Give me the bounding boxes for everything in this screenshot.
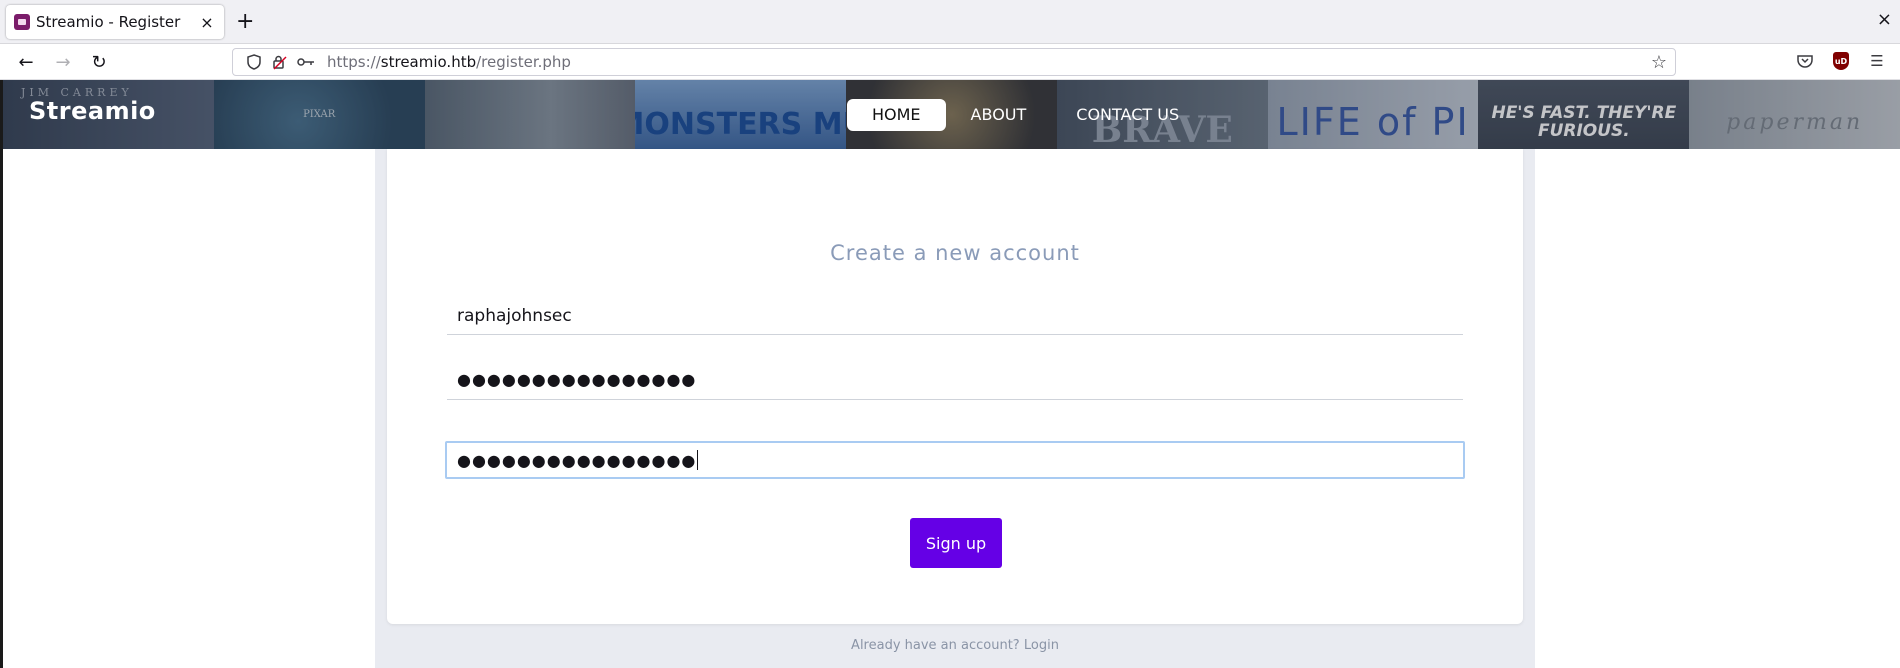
- password-value: ●●●●●●●●●●●●●●●●: [457, 370, 697, 389]
- register-card: Create a new account ●●●●●●●●●●●●●●●● ●●…: [387, 149, 1523, 624]
- pocket-icon[interactable]: [1794, 50, 1816, 72]
- page: JIM CARREY PIXAR MONSTERS MU BRAVE LIFE …: [0, 80, 1900, 668]
- login-link[interactable]: Login: [1024, 638, 1059, 653]
- shield-icon[interactable]: [243, 53, 265, 71]
- tab-title: Streamio - Register: [36, 13, 181, 31]
- window-close-button[interactable]: ×: [1877, 9, 1892, 30]
- back-arrow-icon[interactable]: ←: [12, 50, 40, 74]
- left-edge: [0, 80, 3, 668]
- address-bar[interactable]: https://streamio.htb/register.php ☆: [232, 48, 1676, 76]
- already-text: Already have an account?: [851, 638, 1020, 653]
- key-icon[interactable]: [295, 53, 317, 71]
- forward-arrow-icon[interactable]: →: [49, 50, 77, 74]
- url-text: https://streamio.htb/register.php: [327, 53, 571, 71]
- nav-home[interactable]: HOME: [847, 99, 946, 131]
- lock-warning-icon[interactable]: [269, 53, 291, 71]
- streamio-favicon-icon: [14, 14, 30, 30]
- browser-nav-bar: ← → ↻ https://streamio.htb/register.php …: [0, 44, 1900, 80]
- nav-contact-us[interactable]: CONTACT US: [1051, 99, 1204, 131]
- new-tab-button[interactable]: +: [236, 10, 254, 34]
- nav-about[interactable]: ABOUT: [946, 99, 1052, 131]
- bookmark-star-icon[interactable]: ☆: [1651, 52, 1667, 73]
- tab-close-icon[interactable]: ×: [198, 13, 216, 32]
- reload-icon[interactable]: ↻: [85, 50, 113, 74]
- text-caret: [697, 450, 699, 470]
- ublock-origin-icon[interactable]: uD: [1830, 50, 1852, 72]
- main-nav: HOME ABOUT CONTACT US: [847, 99, 1204, 131]
- signup-button[interactable]: Sign up: [910, 518, 1002, 568]
- confirm-password-field[interactable]: ●●●●●●●●●●●●●●●●: [445, 441, 1465, 479]
- form-title: Create a new account: [830, 241, 1080, 265]
- browser-tab[interactable]: Streamio - Register ×: [6, 5, 224, 39]
- url-scheme: https://: [327, 53, 381, 71]
- login-prompt: Already have an account? Login: [375, 638, 1535, 653]
- username-field[interactable]: [447, 297, 1463, 335]
- hamburger-menu-icon[interactable]: ☰: [1866, 50, 1888, 72]
- url-path: /register.php: [476, 53, 571, 71]
- toolbar-right: uD ☰: [1794, 50, 1900, 72]
- browser-tab-bar: Streamio - Register × + ×: [0, 0, 1900, 44]
- password-field[interactable]: ●●●●●●●●●●●●●●●●: [447, 360, 1463, 400]
- site-brand[interactable]: Streamio: [29, 97, 156, 125]
- url-host: streamio.htb: [380, 53, 477, 71]
- confirm-password-value: ●●●●●●●●●●●●●●●●: [457, 450, 697, 470]
